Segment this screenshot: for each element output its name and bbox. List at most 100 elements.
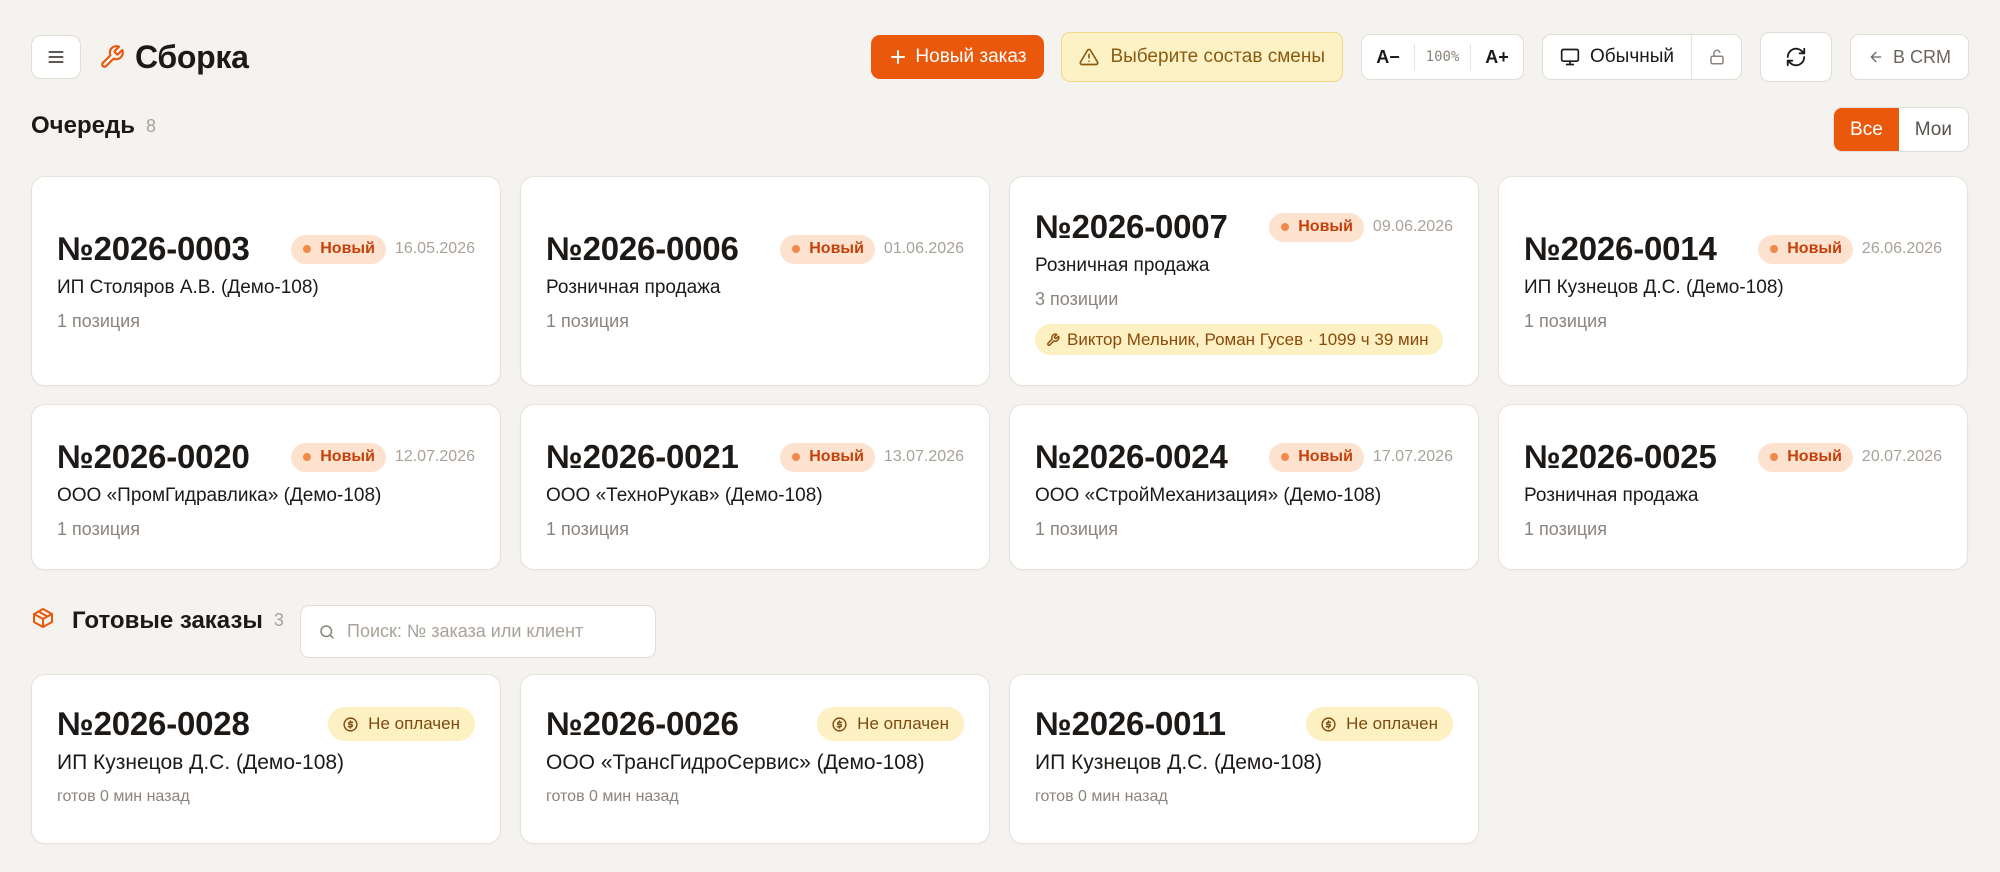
order-client: ООО «ТрансГидроСервис» (Демо-108) <box>546 751 925 774</box>
ready-time: готов 0 мин назад <box>1035 788 1168 805</box>
status-badge: Новый <box>291 234 386 264</box>
new-order-button[interactable]: Новый заказ <box>871 35 1045 79</box>
unlock-icon <box>1709 49 1724 65</box>
order-card[interactable]: №2026-0003 Новый 16.05.2026 ИП Столяров … <box>31 176 501 386</box>
menu-button[interactable] <box>31 35 81 79</box>
order-number: №2026-0011 <box>1035 705 1226 742</box>
zoom-level: 100% <box>1414 44 1472 70</box>
coin-icon <box>832 716 847 732</box>
order-date: 13.07.2026 <box>883 448 964 465</box>
order-positions: 1 позиция <box>1524 519 1607 539</box>
order-date: 17.07.2026 <box>1372 448 1453 465</box>
order-positions: 1 позиция <box>57 519 140 539</box>
ready-search <box>300 605 656 658</box>
lock-button[interactable] <box>1691 35 1741 79</box>
display-mode-button[interactable]: Обычный <box>1543 35 1691 79</box>
payment-badge: Не оплачен <box>817 707 964 741</box>
order-positions: 1 позиция <box>546 311 629 331</box>
status-label: Новый <box>320 240 375 257</box>
order-card[interactable]: №2026-0014 Новый 26.06.2026 ИП Кузнецов … <box>1498 176 1968 386</box>
order-line: №2026-0024 Новый 17.07.2026 <box>1035 435 1453 479</box>
order-client: ООО «ТехноРукав» (Демо-108) <box>546 485 823 506</box>
order-client: ООО «СтройМеханизация» (Демо-108) <box>1035 485 1382 506</box>
box-icon-wrap <box>31 606 55 635</box>
status-label: Новый <box>1298 448 1353 465</box>
refresh-button[interactable] <box>1760 32 1832 82</box>
status-label: Новый <box>1787 448 1842 465</box>
monitor-icon <box>1560 48 1580 66</box>
order-line: №2026-0011 Не оплачен <box>1035 702 1453 746</box>
font-decrease-button[interactable]: A− <box>1362 47 1414 68</box>
filter-all-button[interactable]: Все <box>1834 108 1899 151</box>
order-client: ООО «ПромГидравлика» (Демо-108) <box>57 485 382 506</box>
font-increase-button[interactable]: A+ <box>1471 47 1523 68</box>
order-card[interactable]: №2026-0006 Новый 01.06.2026 Розничная пр… <box>520 176 990 386</box>
order-number: №2026-0025 <box>1524 438 1717 475</box>
new-order-label: Новый заказ <box>915 46 1027 67</box>
order-number: №2026-0028 <box>57 705 250 742</box>
order-card[interactable]: №2026-0024 Новый 17.07.2026 ООО «СтройМе… <box>1009 404 1479 570</box>
queue-grid: №2026-0003 Новый 16.05.2026 ИП Столяров … <box>31 176 1968 386</box>
status-badge: Новый <box>780 234 875 264</box>
order-number: №2026-0006 <box>546 230 739 267</box>
plus-icon <box>891 50 906 64</box>
queue-count: 8 <box>145 115 156 136</box>
queue-title: Очередь <box>31 112 135 139</box>
arrow-left-icon <box>1870 51 1882 63</box>
status-label: Новый <box>1787 240 1842 257</box>
order-meta: Новый 01.06.2026 <box>780 234 964 264</box>
order-number: №2026-0007 <box>1035 208 1228 245</box>
order-meta: Новый 20.07.2026 <box>1758 442 1942 472</box>
card-content: №2026-0021 Новый 13.07.2026 ООО «ТехноРу… <box>546 435 964 540</box>
status-dot <box>1770 245 1779 253</box>
order-number: №2026-0021 <box>546 438 739 475</box>
order-positions: 1 позиция <box>1524 311 1607 331</box>
status-dot <box>1770 453 1779 461</box>
coin-icon <box>1321 716 1336 732</box>
card-content: №2026-0026 Не оплачен ООО «ТрансГидроСер… <box>546 702 964 806</box>
order-meta: Новый 17.07.2026 <box>1269 442 1453 472</box>
order-card[interactable]: №2026-0025 Новый 20.07.2026 Розничная пр… <box>1498 404 1968 570</box>
back-to-crm-button[interactable]: В CRM <box>1850 34 1969 80</box>
top-bar: Сборка Новый заказ Выберите состав смены… <box>31 31 1969 83</box>
ready-order-card[interactable]: №2026-0028 Не оплачен ИП Кузнецов Д.С. (… <box>31 674 501 844</box>
order-client: ИП Столяров А.В. (Демо-108) <box>57 277 319 298</box>
card-content: №2026-0025 Новый 20.07.2026 Розничная пр… <box>1524 435 1942 540</box>
order-line: №2026-0020 Новый 12.07.2026 <box>57 435 475 479</box>
ready-order-card[interactable]: №2026-0011 Не оплачен ИП Кузнецов Д.С. (… <box>1009 674 1479 844</box>
card-content: №2026-0020 Новый 12.07.2026 ООО «ПромГид… <box>57 435 475 540</box>
order-card[interactable]: №2026-0007 Новый 09.06.2026 Розничная пр… <box>1009 176 1479 386</box>
order-card[interactable]: №2026-0021 Новый 13.07.2026 ООО «ТехноРу… <box>520 404 990 570</box>
ready-grid: №2026-0028 Не оплачен ИП Кузнецов Д.С. (… <box>31 674 1479 844</box>
wrench-icon <box>1047 332 1060 346</box>
payment-label: Не оплачен <box>857 714 949 733</box>
payment-label: Не оплачен <box>1346 714 1438 733</box>
order-line: №2026-0006 Новый 01.06.2026 <box>546 227 964 271</box>
payment-badge: Не оплачен <box>1306 707 1453 741</box>
status-badge: Новый <box>1758 442 1853 472</box>
search-input[interactable] <box>347 621 637 642</box>
ready-time: готов 0 мин назад <box>546 788 679 805</box>
order-meta: Новый 26.06.2026 <box>1758 234 1942 264</box>
status-label: Новый <box>809 240 864 257</box>
ready-order-card[interactable]: №2026-0026 Не оплачен ООО «ТрансГидроСер… <box>520 674 990 844</box>
order-client: Розничная продажа <box>546 277 721 298</box>
status-badge: Новый <box>1758 234 1853 264</box>
card-content: №2026-0007 Новый 09.06.2026 Розничная пр… <box>1035 205 1453 355</box>
shift-warning-button[interactable]: Выберите состав смены <box>1061 32 1344 82</box>
status-badge: Новый <box>1269 212 1364 242</box>
order-client: ИП Кузнецов Д.С. (Демо-108) <box>57 751 345 774</box>
status-dot <box>792 245 801 253</box>
order-card[interactable]: №2026-0020 Новый 12.07.2026 ООО «ПромГид… <box>31 404 501 570</box>
order-meta: Не оплачен <box>1306 707 1453 741</box>
order-positions: 3 позиции <box>1035 289 1119 309</box>
shift-warning-label: Выберите состав смены <box>1110 46 1326 67</box>
status-dot <box>1281 453 1290 461</box>
header-actions: Новый заказ Выберите состав смены A− 100… <box>871 32 1969 82</box>
status-dot <box>792 453 801 461</box>
filter-mine-button[interactable]: Мои <box>1899 108 1968 151</box>
status-label: Новый <box>320 448 375 465</box>
order-number: №2026-0014 <box>1524 230 1717 267</box>
card-content: №2026-0014 Новый 26.06.2026 ИП Кузнецов … <box>1524 227 1942 332</box>
queue-filter: Все Мои <box>1833 107 1969 152</box>
